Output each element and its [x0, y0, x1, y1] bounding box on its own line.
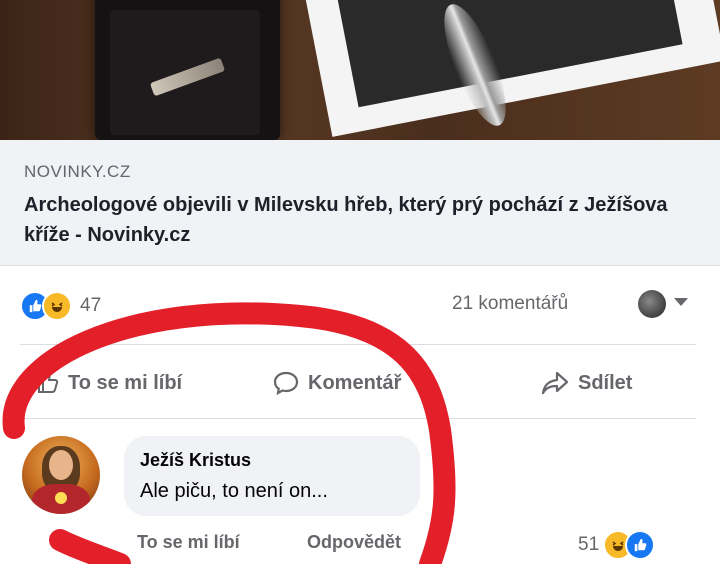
comment-like-link[interactable]: To se mi líbí — [137, 532, 240, 553]
like-outline-icon — [38, 371, 59, 393]
comment-reactions[interactable]: 51 — [578, 530, 656, 560]
comment-author[interactable]: Ježíš Kristus — [140, 450, 251, 471]
link-domain: NOVINKY.CZ — [24, 162, 131, 181]
like-icon — [625, 530, 656, 560]
avatar[interactable] — [22, 436, 100, 514]
comment-bubble — [124, 436, 420, 516]
chevron-down-icon[interactable] — [674, 298, 688, 306]
like-button-label: To se mi líbí — [68, 371, 183, 394]
share-button-label: Sdílet — [578, 371, 633, 394]
article-photo[interactable] — [0, 0, 720, 140]
divider — [20, 344, 696, 345]
divider — [20, 418, 696, 419]
haha-icon — [42, 291, 72, 321]
like-button[interactable]: To se mi líbí — [36, 366, 182, 400]
share-button[interactable]: Sdílet — [540, 366, 632, 400]
post-reactions[interactable]: 47 — [20, 290, 101, 322]
comment-count[interactable]: 21 komentářů — [452, 293, 568, 315]
comment-icon — [273, 371, 299, 396]
reaction-count[interactable]: 47 — [80, 295, 101, 317]
globe-icon[interactable] — [638, 290, 666, 318]
comment-reply-link[interactable]: Odpovědět — [307, 532, 401, 553]
link-title[interactable]: Archeologové objevili v Milevsku hřeb, k… — [24, 190, 684, 250]
comment-reaction-count: 51 — [578, 534, 600, 555]
comment-button-label: Komentář — [308, 371, 402, 394]
share-icon — [541, 371, 569, 395]
comment-button[interactable]: Komentář — [272, 366, 401, 400]
comment-text: Ale piču, to není on... — [140, 480, 328, 502]
